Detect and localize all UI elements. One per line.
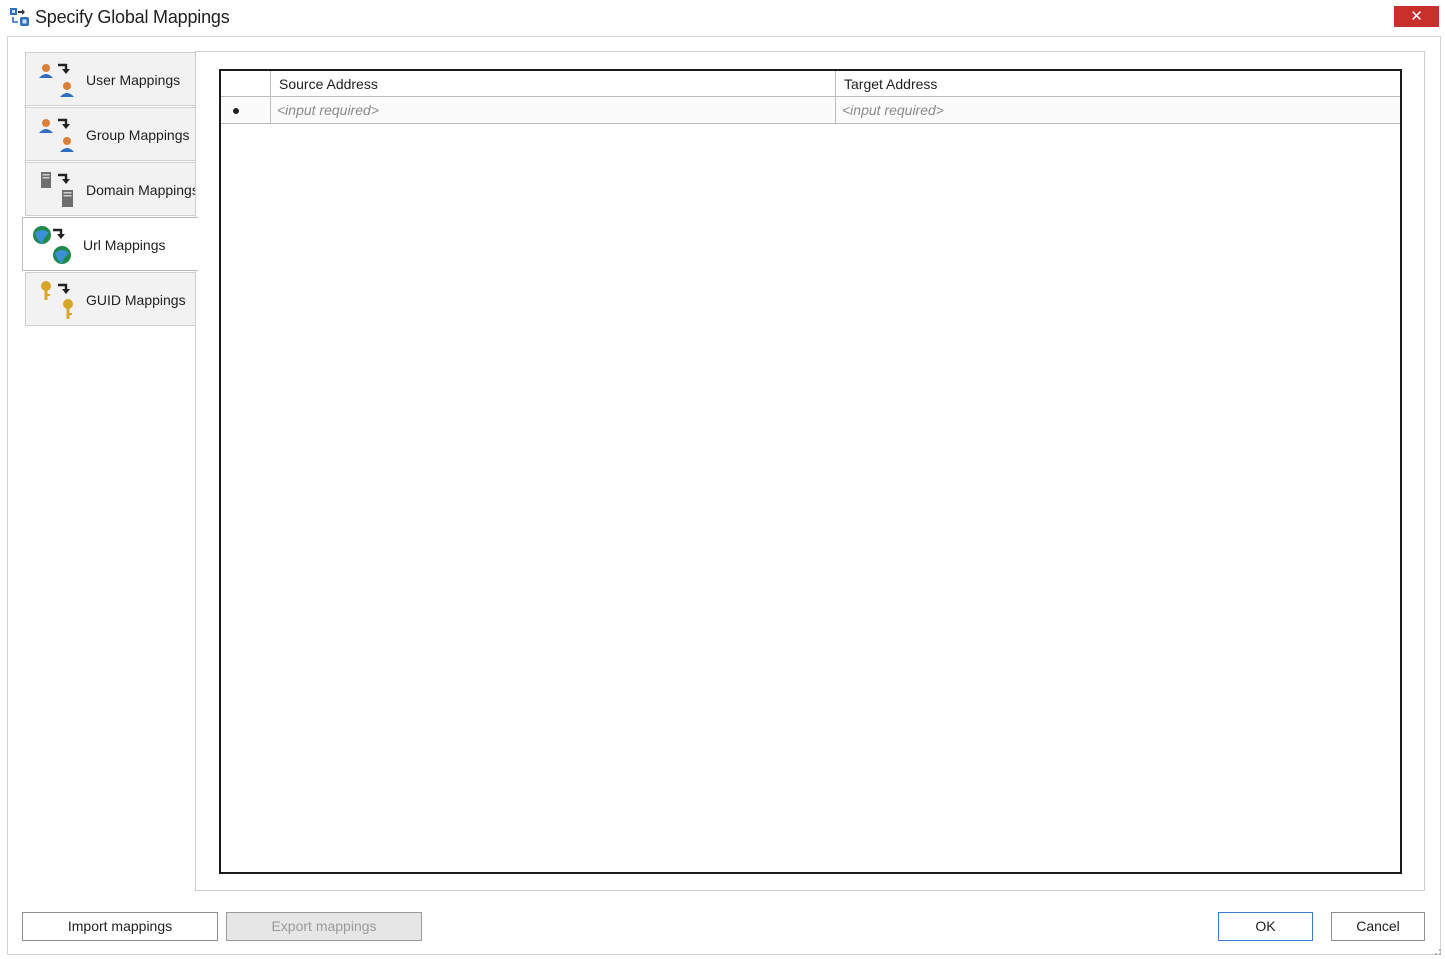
target-address-cell[interactable]: <input required> xyxy=(836,97,1400,123)
tab-label: GUID Mappings xyxy=(86,292,186,308)
cancel-button[interactable]: Cancel xyxy=(1331,912,1425,941)
tab-label: User Mappings xyxy=(86,72,181,88)
title-bar: Specify Global Mappings ✕ xyxy=(0,0,1445,36)
tab-group-mappings[interactable]: Group Mappings xyxy=(25,107,196,161)
window-title: Specify Global Mappings xyxy=(35,7,230,27)
url-mapping-icon xyxy=(33,226,71,264)
source-address-placeholder: <input required> xyxy=(277,102,379,118)
app-icon xyxy=(10,8,29,26)
tab-label: Url Mappings xyxy=(83,237,166,253)
guid-mapping-icon xyxy=(41,281,73,319)
target-address-placeholder: <input required> xyxy=(842,102,944,118)
tab-label: Group Mappings xyxy=(86,127,190,143)
import-mappings-button[interactable]: Import mappings xyxy=(22,912,218,941)
new-row-marker-icon xyxy=(233,108,239,114)
close-button[interactable]: ✕ xyxy=(1394,6,1439,27)
column-header-target[interactable]: Target Address xyxy=(836,71,1400,96)
domain-mapping-icon xyxy=(41,172,73,207)
row-header[interactable] xyxy=(221,97,271,123)
resize-grip-icon[interactable] xyxy=(1430,944,1442,956)
row-header-corner xyxy=(221,71,271,96)
tab-guid-mappings[interactable]: GUID Mappings xyxy=(25,272,196,326)
ok-button[interactable]: OK xyxy=(1218,912,1313,941)
url-mappings-panel: Source Address Target Address <input req… xyxy=(195,51,1425,891)
grid-header: Source Address Target Address xyxy=(221,71,1400,97)
column-header-source[interactable]: Source Address xyxy=(271,71,836,96)
mapping-tabs: User Mappings Group Mappings Domain Mapp… xyxy=(22,52,199,892)
column-header-label: Source Address xyxy=(279,76,378,92)
column-header-label: Target Address xyxy=(844,76,938,92)
source-address-cell[interactable]: <input required> xyxy=(271,97,836,123)
tab-label: Domain Mappings xyxy=(86,182,199,198)
new-row[interactable]: <input required> <input required> xyxy=(221,97,1400,124)
export-mappings-button[interactable]: Export mappings xyxy=(226,912,422,941)
tab-domain-mappings[interactable]: Domain Mappings xyxy=(25,162,199,216)
mappings-grid[interactable]: Source Address Target Address <input req… xyxy=(219,69,1402,874)
tab-url-mappings[interactable]: Url Mappings xyxy=(22,217,198,271)
user-mapping-icon xyxy=(39,63,74,97)
tab-user-mappings[interactable]: User Mappings xyxy=(25,52,196,106)
group-mapping-icon xyxy=(39,118,74,152)
